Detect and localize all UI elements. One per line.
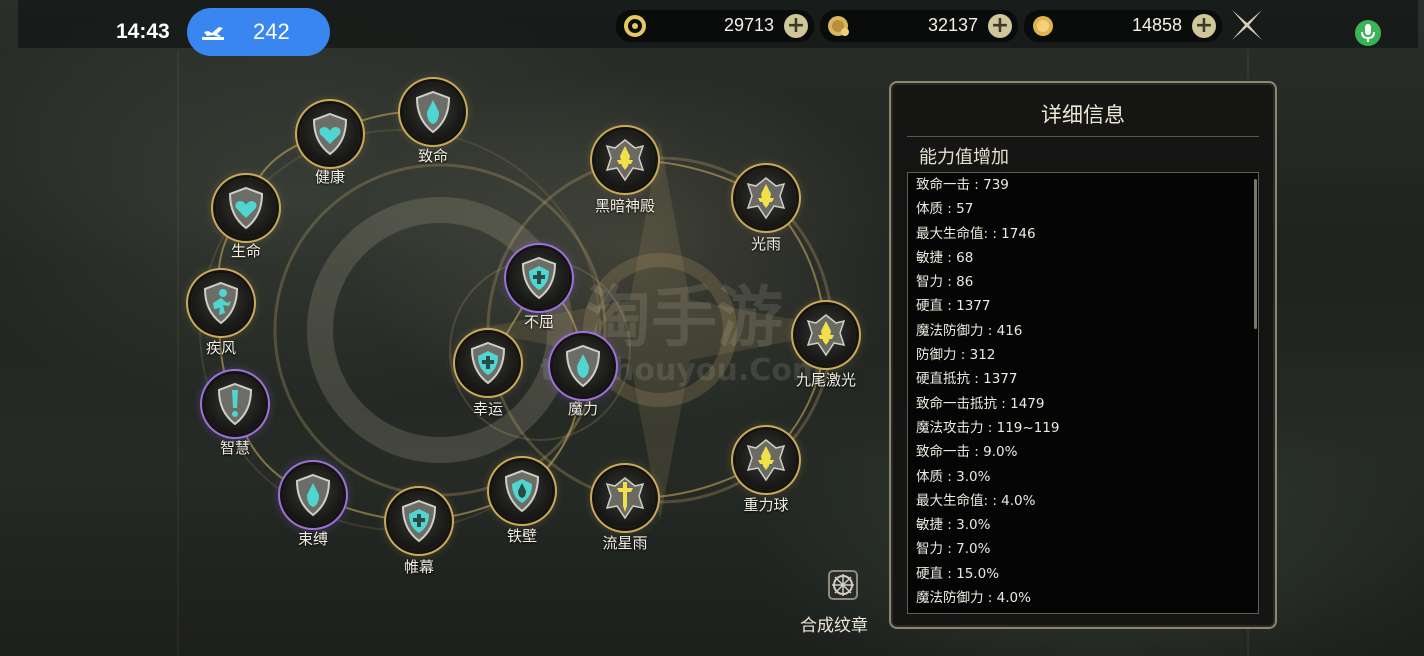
exclaim-shield-icon	[217, 382, 253, 426]
stat-row: 体质 : 57	[916, 201, 974, 218]
stat-row: 魔法防御力 : 4.0%	[916, 590, 1031, 607]
emblem-label: 铁壁	[506, 527, 537, 545]
emblem-synthesize-icon	[828, 570, 858, 600]
stat-row: 体质 : 3.0%	[916, 468, 991, 485]
stat-row: 敏捷 : 3.0%	[916, 517, 991, 534]
sword-emblem-icon	[605, 477, 645, 520]
stat-row: 最大生命值: : 1746	[916, 225, 1036, 242]
divider	[907, 136, 1259, 137]
stat-row: 敏捷 : 68	[916, 249, 974, 266]
stat-row: 硬直 : 1377	[916, 298, 991, 315]
emblem-label: 不屈	[523, 313, 554, 331]
drop-shield-icon	[415, 90, 451, 134]
close-icon[interactable]	[1228, 6, 1266, 44]
emblem-label: 健康	[314, 168, 345, 186]
runner-shield-icon	[203, 281, 239, 325]
currency-value: 29713	[723, 15, 774, 35]
drop-shield-icon	[295, 473, 331, 517]
emblem-label: 重力球	[743, 496, 789, 514]
stat-row: 防御力 : 312	[916, 347, 996, 364]
scrollbar[interactable]	[1254, 179, 1257, 329]
gold-coin-icon	[1033, 16, 1053, 36]
crystal-emblem-icon	[605, 139, 645, 182]
cross-shield-icon	[470, 341, 506, 385]
crystal-emblem-icon	[746, 439, 786, 482]
currency-value: 14858	[1131, 15, 1182, 35]
svg-text:淘手游: 淘手游	[585, 279, 783, 356]
clock: 14:43	[116, 20, 170, 43]
crystal-emblem-icon	[746, 177, 786, 220]
detail-panel: 详细信息 能力值增加 致命一击 : 739 体质 : 57 最大生命值: : 1…	[889, 81, 1277, 629]
cross-shield-icon	[521, 256, 557, 300]
heart-shield-icon	[312, 112, 348, 156]
stat-row: 致命一击抵抗 : 1479	[916, 395, 1045, 412]
detail-title: 详细信息	[1041, 103, 1125, 127]
microphone-icon	[1361, 24, 1375, 42]
stat-row: 硬直 : 15.0%	[916, 565, 1000, 582]
currency-ring: 29713 +	[615, 9, 815, 43]
stat-row: 魔法防御力 : 416	[916, 322, 1023, 339]
emblem-label: 流星雨	[602, 534, 648, 552]
add-currency-button[interactable]: +	[1192, 14, 1216, 38]
add-currency-button[interactable]: +	[988, 14, 1012, 38]
emblem-label: 帷幕	[403, 558, 434, 576]
emblem-label: 束缚	[297, 530, 328, 548]
synthesize-emblem-button[interactable]: 合成纹章	[798, 567, 870, 636]
emblem-label: 智慧	[219, 439, 250, 457]
detail-subtitle: 能力值增加	[919, 147, 1009, 168]
stat-row: 智力 : 86	[916, 274, 974, 291]
emblem-label: 疾风	[205, 339, 236, 357]
stat-row: 硬直抵抗 : 1377	[916, 371, 1018, 388]
synthesize-label: 合成纹章	[800, 616, 868, 636]
ring-currency-icon	[624, 15, 646, 37]
emblem-label: 生命	[230, 242, 261, 260]
notification-pill[interactable]: 242	[187, 8, 330, 56]
stats-list[interactable]: 致命一击 : 739 体质 : 57 最大生命值: : 1746 敏捷 : 68…	[907, 172, 1259, 614]
drop-shield-icon	[565, 344, 601, 388]
stat-row: 致命一击 : 9.0%	[916, 444, 1018, 461]
stat-row: 魔法攻击力 : 119~119	[916, 419, 1060, 436]
currency-coin: 14858 +	[1023, 9, 1223, 43]
stat-row: 智力 : 7.0%	[916, 541, 991, 558]
heart-shield-icon	[228, 186, 264, 230]
microphone-button[interactable]	[1355, 20, 1381, 46]
gold-coin-bag-icon	[828, 16, 849, 36]
notification-count: 242	[253, 19, 290, 44]
drop-shield-icon	[504, 469, 540, 513]
emblem-label: 光雨	[750, 235, 781, 253]
currency-coin-bag: 32137 +	[819, 9, 1019, 43]
currency-value: 32137	[927, 15, 978, 35]
emblem-label: 黑暗神殿	[594, 197, 655, 215]
add-currency-button[interactable]: +	[784, 14, 808, 38]
crystal-emblem-icon	[806, 314, 846, 357]
emblem-label: 魔力	[567, 400, 598, 418]
plane-icon	[202, 27, 224, 40]
stat-row: 最大生命值: : 4.0%	[916, 492, 1036, 509]
emblem-label: 致命	[417, 147, 448, 165]
stat-row: 致命一击 : 739	[916, 177, 1009, 193]
cross-shield-icon	[401, 499, 437, 543]
emblem-label: 九尾激光	[795, 371, 856, 389]
